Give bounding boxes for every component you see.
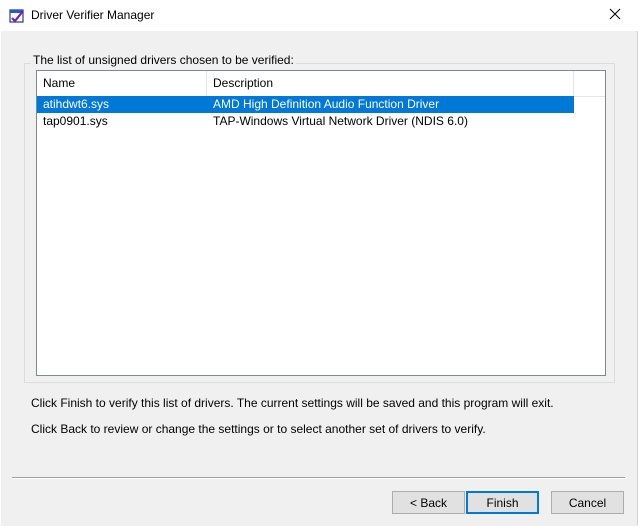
close-button[interactable] [592,0,638,31]
column-header-name[interactable]: Name [37,71,207,96]
cancel-button[interactable]: Cancel [551,491,624,514]
driver-description: AMD High Definition Audio Function Drive… [207,96,574,113]
driver-name: atihdwt6.sys [37,96,207,113]
finish-button[interactable]: Finish [466,491,539,514]
window-title: Driver Verifier Manager [31,8,155,22]
list-body: atihdwt6.sys AMD High Definition Audio F… [37,96,605,130]
list-header: Name Description [37,71,605,97]
title-bar: Driver Verifier Manager [0,0,638,32]
list-item[interactable]: atihdwt6.sys AMD High Definition Audio F… [37,96,605,113]
driver-verifier-icon [9,8,25,24]
finish-instruction-text: Click Finish to verify this list of driv… [31,396,554,410]
back-instruction-text: Click Back to review or change the setti… [31,422,486,436]
close-icon [609,8,621,23]
driver-description: TAP-Windows Virtual Network Driver (NDIS… [213,114,468,128]
drivers-list[interactable]: Name Description atihdwt6.sys AMD High D… [36,70,606,376]
list-item[interactable]: tap0901.sys TAP-Windows Virtual Network … [37,113,605,130]
back-button[interactable]: < Back [392,491,465,514]
driver-name: tap0901.sys [43,114,108,128]
groupbox-label: The list of unsigned drivers chosen to b… [31,53,296,67]
column-header-description[interactable]: Description [207,71,574,96]
separator [12,477,625,479]
